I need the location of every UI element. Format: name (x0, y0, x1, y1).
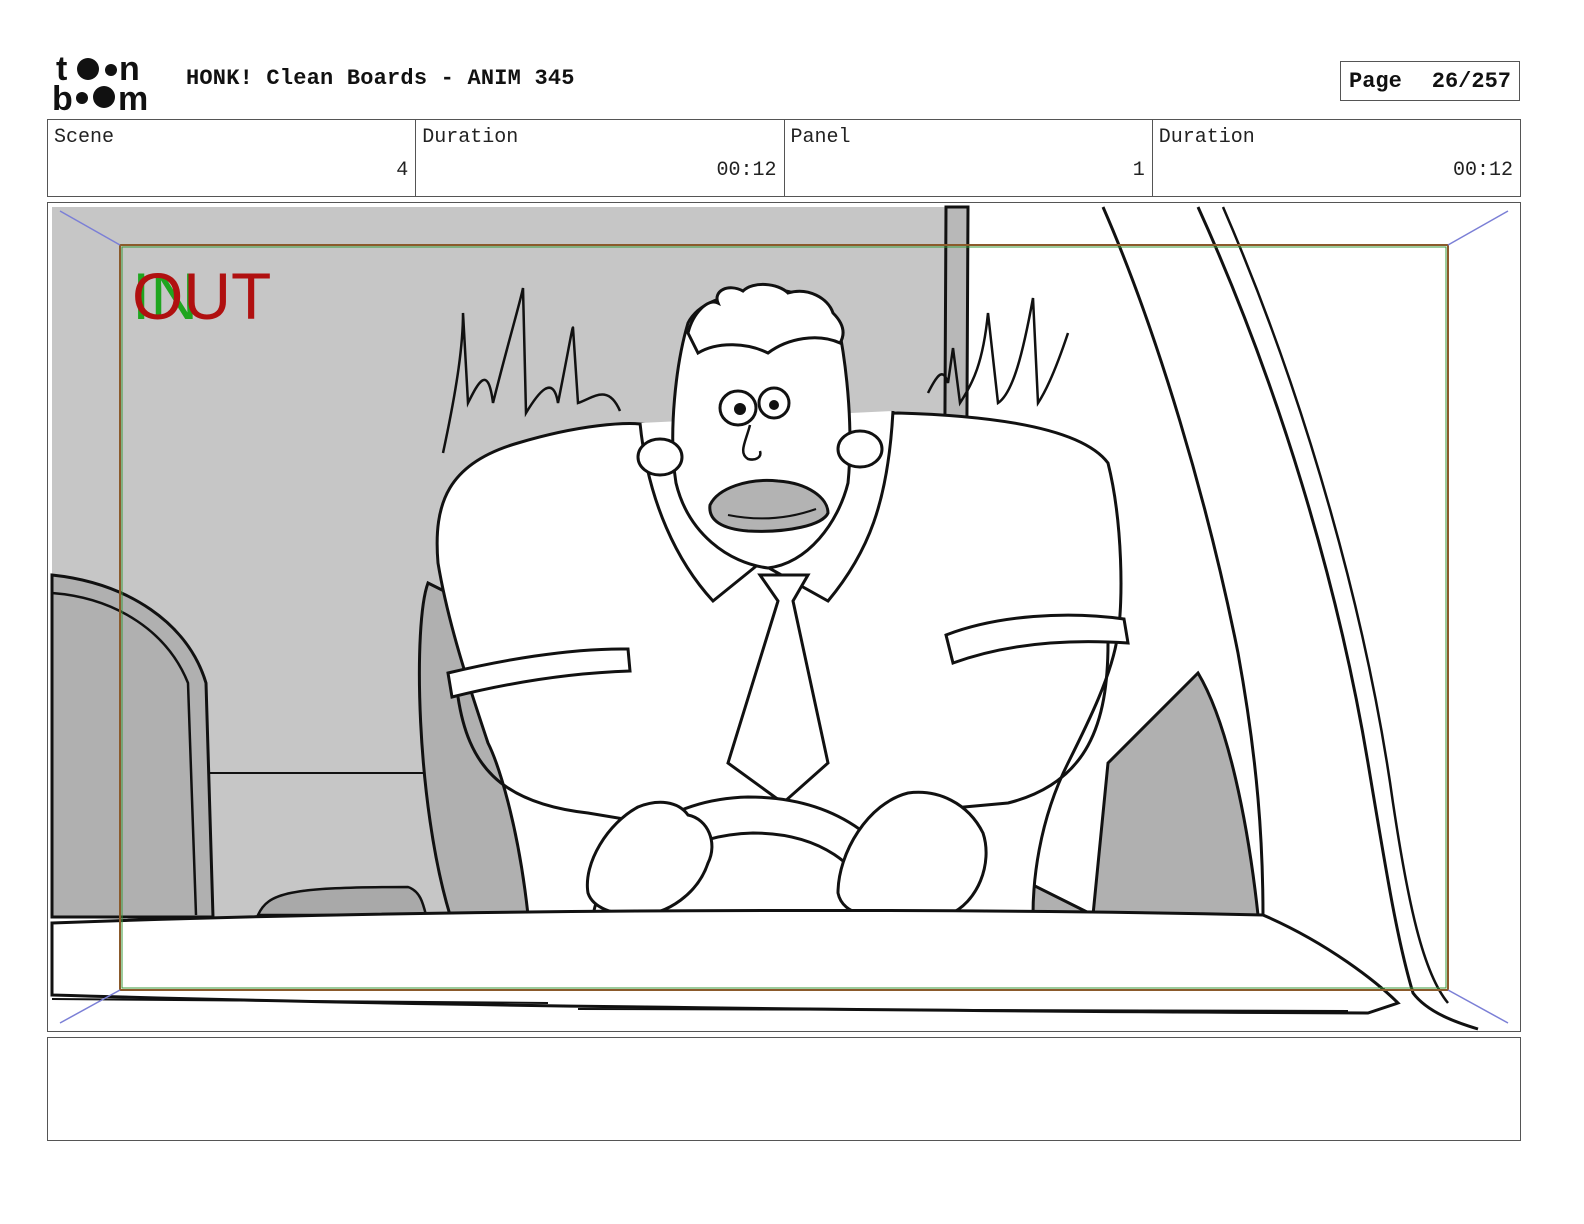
document-title: HONK! Clean Boards - ANIM 345 (186, 66, 575, 91)
panel-cell: Panel 1 (785, 120, 1153, 196)
corner-guide-top-right (1447, 210, 1509, 246)
panel-notes-box (47, 1037, 1521, 1141)
svg-text:b: b (52, 80, 73, 112)
scene-cell: Scene 4 (48, 120, 417, 196)
out-marker: OUT (132, 259, 272, 333)
page-indicator: Page 26/257 (1340, 61, 1520, 101)
right-pupil (769, 400, 779, 410)
storyboard-panel: IN OUT (47, 202, 1521, 1032)
scene-info-table: Scene 4 Duration 00:12 Panel 1 Duration … (47, 119, 1521, 197)
panel-duration-value: 00:12 (1452, 159, 1513, 182)
left-pupil (734, 403, 746, 415)
dashboard (50, 908, 1401, 1015)
page-label: Page (1349, 68, 1402, 94)
scene-label: Scene (54, 126, 115, 149)
panel-duration-cell: Duration 00:12 (1153, 120, 1520, 196)
panel-number: 1 (1132, 159, 1145, 182)
right-ear (836, 429, 884, 469)
scene-duration-value: 00:12 (716, 159, 777, 182)
open-mouth (708, 478, 830, 533)
scene-duration-cell: Duration 00:12 (416, 120, 785, 196)
corner-guide-bottom-right (1447, 989, 1509, 1024)
toon-boom-logo-icon: t n b m (52, 50, 148, 112)
scene-number: 4 (396, 159, 409, 182)
in-out-markers: IN OUT (132, 261, 292, 331)
panel-duration-label: Duration (1158, 126, 1255, 149)
left-ear (636, 437, 684, 477)
panel-label: Panel (790, 126, 851, 149)
scene-duration-label: Duration (422, 126, 519, 149)
svg-text:m: m (118, 80, 148, 112)
page-number: 26/257 (1431, 68, 1511, 94)
